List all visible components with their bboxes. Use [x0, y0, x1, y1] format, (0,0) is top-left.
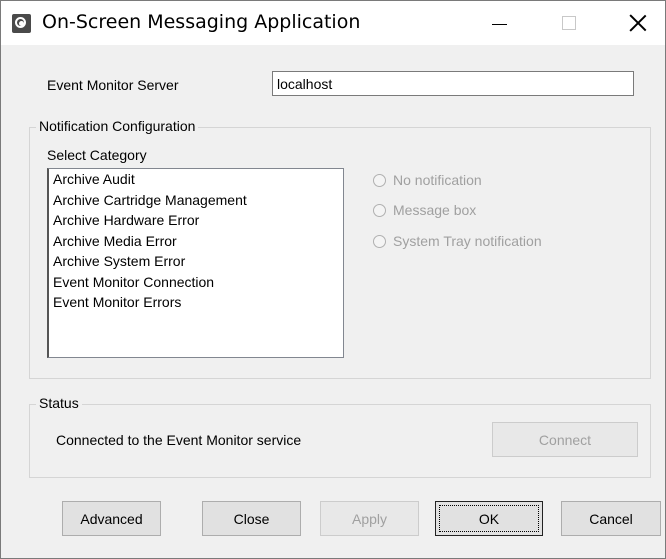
title-bar[interactable]: On-Screen Messaging Application	[1, 1, 665, 45]
list-item[interactable]: Event Monitor Errors	[49, 292, 343, 313]
list-item[interactable]: Archive Audit	[49, 169, 343, 190]
minimize-icon	[491, 23, 507, 25]
dialog-window: On-Screen Messaging Application Event Mo…	[0, 0, 666, 559]
radio-no-notification[interactable]: No notification	[373, 172, 482, 188]
radio-label: Message box	[393, 202, 477, 218]
radio-label: No notification	[393, 172, 482, 188]
apply-button[interactable]: Apply	[320, 501, 419, 536]
select-category-label: Select Category	[47, 147, 147, 163]
app-icon[interactable]	[12, 14, 31, 33]
status-title: Status	[36, 395, 82, 411]
status-text: Connected to the Event Monitor service	[56, 432, 302, 448]
connect-button[interactable]: Connect	[492, 422, 638, 457]
maximize-icon	[562, 16, 576, 30]
radio-circle	[373, 173, 386, 187]
radio-circle	[373, 234, 386, 248]
category-listbox[interactable]: Archive Audit Archive Cartridge Manageme…	[47, 168, 344, 358]
list-item[interactable]: Archive Cartridge Management	[49, 190, 343, 211]
notification-config-title: Notification Configuration	[36, 118, 199, 134]
ok-button[interactable]: OK	[435, 501, 543, 536]
window-title: On-Screen Messaging Application	[42, 11, 361, 33]
cancel-button[interactable]: Cancel	[561, 501, 661, 536]
close-icon	[629, 14, 647, 32]
server-label: Event Monitor Server	[47, 77, 179, 93]
list-item[interactable]: Archive Hardware Error	[49, 210, 343, 231]
close-window-button[interactable]	[615, 1, 661, 45]
server-input[interactable]	[272, 71, 634, 96]
list-item[interactable]: Archive Media Error	[49, 231, 343, 252]
advanced-button[interactable]: Advanced	[62, 501, 161, 536]
list-item[interactable]: Event Monitor Connection	[49, 272, 343, 293]
maximize-button[interactable]	[546, 1, 592, 45]
close-button[interactable]: Close	[202, 501, 301, 536]
radio-circle	[373, 203, 386, 217]
radio-system-tray[interactable]: System Tray notification	[373, 233, 542, 249]
minimize-button[interactable]	[476, 1, 522, 45]
radio-message-box[interactable]: Message box	[373, 202, 476, 218]
list-item[interactable]: Archive System Error	[49, 251, 343, 272]
radio-label: System Tray notification	[393, 233, 542, 249]
